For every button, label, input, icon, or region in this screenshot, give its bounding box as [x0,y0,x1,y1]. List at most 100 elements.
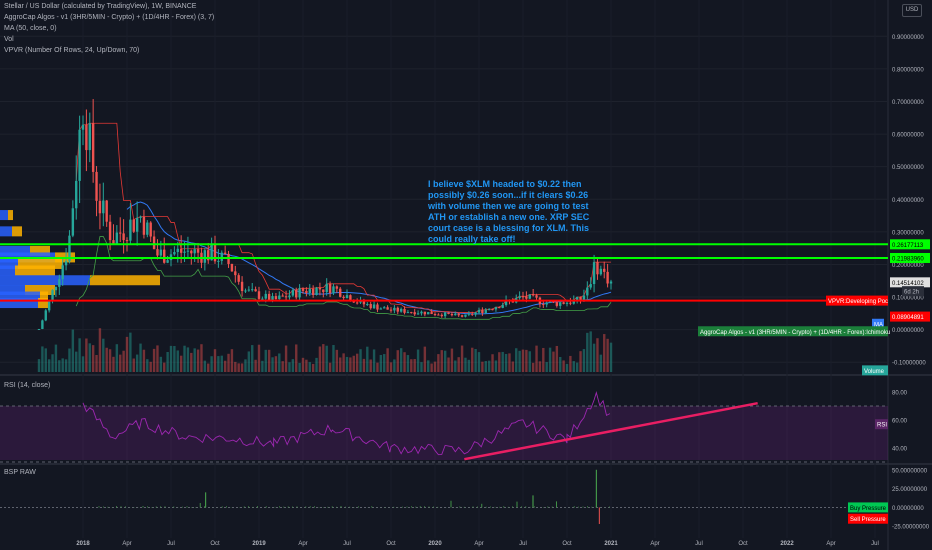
volume-bar [166,351,169,372]
countdown-tag-text: 6d 2h [904,290,919,296]
symbol-title[interactable]: Stellar / US Dollar (calculated by Tradi… [4,3,196,10]
candle-body [308,288,311,293]
volume-bar [484,361,487,372]
volume-bar [308,362,311,372]
volume-bar [447,357,450,372]
volume-bar [156,345,159,372]
volume-bar [223,360,227,372]
volume-bar [383,354,386,372]
candle-body [112,240,115,244]
annotation-line: possibly $0.26 soon...if it clears $0.26 [428,190,588,200]
time-tick-label: Oct [562,541,572,547]
candle-body [85,124,88,151]
volume-profile-up [0,226,12,237]
candle-body [525,296,528,299]
candle-body [81,124,85,130]
vpvr-legend[interactable]: VPVR (Number Of Rows, 24, Up/Down, 70) [4,47,139,54]
candle-body [393,307,396,311]
volume-bar [237,363,240,372]
currency-button[interactable]: USD [902,4,922,17]
candle-body [190,250,193,254]
candle-body [139,216,142,218]
rsi-tick-label: 40.00 [892,447,908,453]
candle-body [379,308,383,310]
countdown-tag: 6d 2h [902,286,924,297]
time-tick-label: Apr [650,541,659,547]
volume-bar [281,361,284,372]
candle-body [41,320,44,329]
candle-body [322,289,325,293]
candle-body [91,123,95,172]
chart-canvas[interactable]: 0.90000000 0.80000000 0.70000000 0.60000000… [0,0,932,550]
rsi-legend[interactable]: RSI (14, close) [4,382,50,389]
candle-body [152,236,156,250]
candle-body [342,296,345,299]
volume-bar [68,348,71,372]
vol-legend[interactable]: Vol [4,36,14,43]
candle-body [186,250,190,252]
bsp-legend[interactable]: BSP RAW [4,469,36,476]
time-tick-label: Jul [167,541,175,547]
volume-bar [298,362,301,372]
candle-body [575,296,579,300]
algo-legend[interactable]: AggroCap Algos - v1 (3HR/5MIN - Crypto) … [4,14,214,21]
volume-bar [51,354,54,372]
candle-body [75,180,78,209]
time-tick-label: 2022 [780,541,794,547]
volume-bar [511,361,515,372]
candle-body [531,294,535,296]
candle-body [125,240,129,242]
volume-bar [474,348,477,372]
volume-bar [504,353,508,372]
candle-body [403,308,406,313]
volume-bar [186,347,190,372]
candle-body [247,289,251,291]
volume-bar [318,346,322,372]
candle-body [545,302,548,305]
volume-bar [149,361,152,372]
volume-bar [599,354,603,372]
volume-bar [152,348,156,372]
candle-body [328,283,332,294]
candle-body [467,313,471,315]
volume-bar [207,363,210,372]
time-tick-label: 2020 [428,541,442,547]
candle-body [58,279,61,287]
candle-body [122,233,125,241]
volume-bar [339,357,342,372]
volume-bar [217,356,220,372]
volume-bar [491,354,494,372]
volume-bar [464,357,467,372]
vpvr-tag-text: VPVR:Developing Poc [828,299,888,305]
candle-body [61,265,64,280]
volume-bar [41,346,44,372]
ma-legend[interactable]: MA (50, close, 0) [4,25,57,32]
volume-bar [210,356,213,372]
volume-bar [81,356,85,372]
volume-bar [477,352,481,372]
volume-bar [261,360,264,372]
candle-body [51,290,54,301]
candle-body [437,314,440,316]
time-tick-label: Oct [210,541,220,547]
volume-bar [369,359,372,372]
candle-body [163,249,166,263]
candle-body [396,307,399,312]
candle-body [420,311,423,314]
volume-bar [586,332,589,372]
volume-bar [193,348,196,372]
volume-bar [423,346,427,372]
volume-bar [234,361,237,372]
candle-body [105,200,108,222]
candle-body [369,304,372,309]
candle-body [78,129,81,181]
volume-bar [274,356,278,372]
price-tick-label: 0.50000000 [892,165,924,171]
price-tick-label: 0.90000000 [892,35,924,41]
candle-body [335,286,339,289]
candle-body [413,312,416,315]
volume-bar [603,334,606,372]
annotation-line: with volume then we are going to test [427,201,589,211]
rsi-tag-text: RSI [877,423,887,429]
volume-bar [196,349,200,372]
